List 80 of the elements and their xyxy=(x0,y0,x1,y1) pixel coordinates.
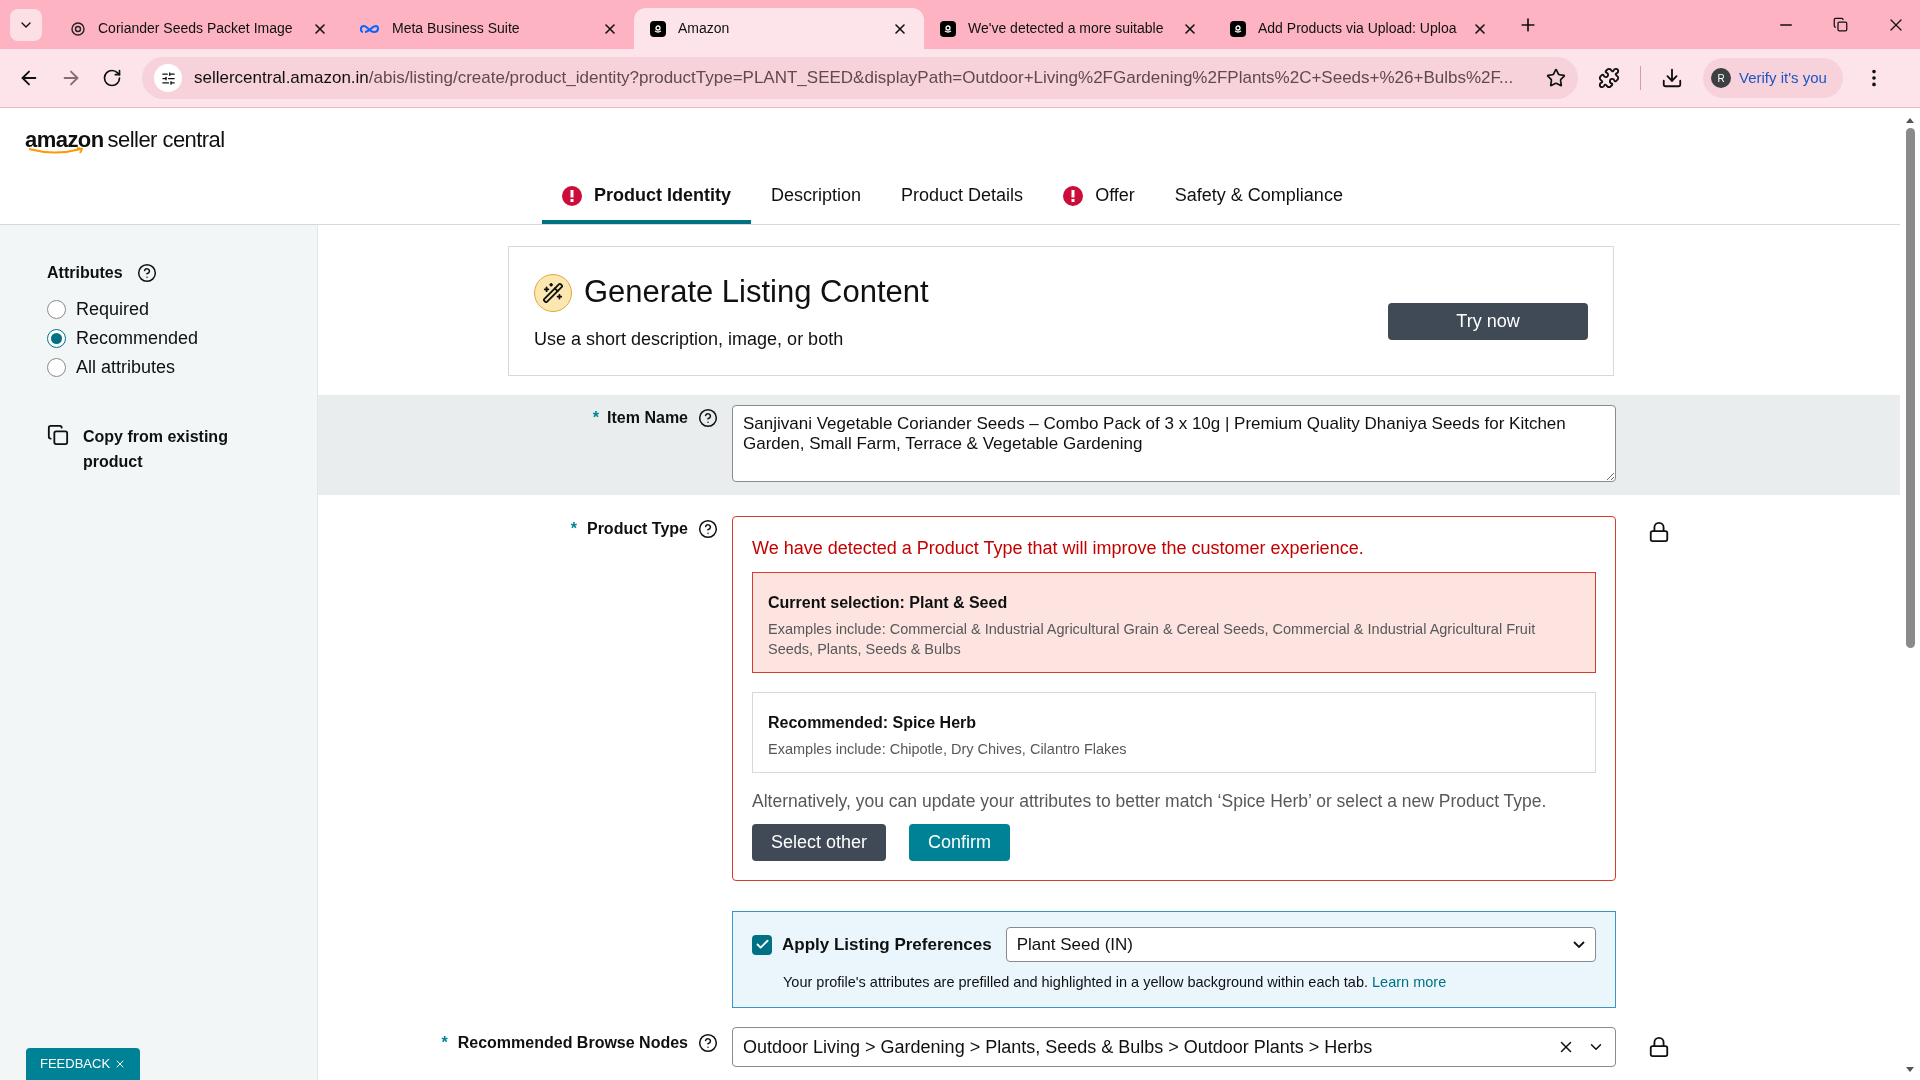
chevron-down-icon xyxy=(1573,941,1585,949)
preference-dropdown[interactable]: Plant Seed (IN) xyxy=(1005,927,1596,963)
tab-search-button[interactable] xyxy=(10,8,42,41)
field-label: Recommended Browse Nodes xyxy=(457,1033,688,1053)
profile-button[interactable]: R Verify it's you xyxy=(1703,58,1843,98)
field-label: Item Name xyxy=(607,408,688,428)
try-now-button[interactable]: Try now xyxy=(1388,302,1588,340)
amazon-seller-central-logo[interactable]: amazon seller central xyxy=(25,123,225,156)
browser-tab[interactable]: Coriander Seeds Packet Image xyxy=(54,8,344,49)
scroll-down-icon[interactable] xyxy=(1905,1066,1915,1074)
help-icon[interactable] xyxy=(698,408,718,428)
scrollbar-thumb[interactable] xyxy=(1905,128,1915,648)
attribute-radio-option[interactable]: Required xyxy=(47,295,317,324)
copy-from-existing-link[interactable]: Copy from existing product xyxy=(83,424,277,474)
browser-tab[interactable]: Meta Business Suite xyxy=(344,8,634,49)
error-icon xyxy=(1063,185,1084,206)
knot-logo-icon xyxy=(70,20,86,37)
magic-wand-icon xyxy=(534,273,572,312)
settings-icon xyxy=(160,70,176,86)
restore-icon[interactable] xyxy=(1833,17,1848,32)
section-tab[interactable]: Safety & Compliance xyxy=(1154,171,1363,224)
infinity-logo-icon xyxy=(360,22,380,35)
browser-tab[interactable]: Add Products via Upload: Uploa xyxy=(1214,8,1504,49)
extensions-icon[interactable] xyxy=(1598,67,1620,89)
preferences-note: Your profile's attributes are prefilled and highlighted in a yellow background within each tab. Learn more xyxy=(783,973,1448,993)
tab-title: Meta Business Suite xyxy=(392,19,521,38)
sidebar-title: Attributes xyxy=(47,263,123,283)
alternative-note: Alternatively, you can update your attributes to better match ‘Spice Herb’ or select a new Product Type. xyxy=(752,790,1548,813)
required-mark: * xyxy=(592,408,600,428)
checkbox[interactable] xyxy=(752,934,772,955)
checkbox-label: Apply Listing Preferences xyxy=(782,934,992,956)
bookmark-star-icon[interactable] xyxy=(1546,68,1566,88)
scroll-up-icon[interactable] xyxy=(1905,116,1915,124)
type-examples: Examples include: Commercial & Industrial Agricultural Grain & Cereal Seeds, Commercial & Industrial Agricultural Fruit Seeds, Plants, Seeds & Bulbs xyxy=(768,620,1537,659)
help-icon[interactable] xyxy=(136,263,157,283)
error-icon xyxy=(562,185,582,206)
browse-nodes-field[interactable]: Outdoor Living > Gardening > Plants, Seeds & Bulbs > Outdoor Plants > Herbs xyxy=(732,1027,1616,1067)
amazon-favicon-icon xyxy=(1230,20,1246,37)
address-field[interactable]: sellercentral.amazon.in/abis/listing/create/product_identity?productType=PLANT_SEED&displayPath=Outdoor+Living%2FGardening%2FPlants%2C+Seeds+%26+Bulbs%2F... xyxy=(142,57,1578,99)
tab-title: Coriander Seeds Packet Image xyxy=(98,19,294,38)
attribute-radio-option[interactable]: All attributes xyxy=(47,353,317,382)
avatar-icon: R xyxy=(1711,68,1731,88)
confirm-button[interactable]: Confirm xyxy=(909,824,1011,862)
help-icon[interactable] xyxy=(698,519,718,539)
card-title: Generate Listing Content xyxy=(584,273,929,312)
field-label: Product Type xyxy=(586,519,688,539)
card-subtitle: Use a short description, image, or both xyxy=(534,327,845,351)
site-settings-button[interactable] xyxy=(154,64,182,92)
amazon-favicon-icon xyxy=(650,20,666,37)
radio-button[interactable] xyxy=(47,358,66,377)
browser-tab[interactable]: Amazon xyxy=(634,8,924,49)
section-tab[interactable]: Product Identity xyxy=(542,171,751,224)
section-tab[interactable]: Product Details xyxy=(881,171,1044,224)
tab-title: We've detected a more suitable xyxy=(968,19,1165,38)
section-tab[interactable]: Offer xyxy=(1043,171,1155,224)
download-icon[interactable] xyxy=(1661,67,1683,89)
radio-button[interactable] xyxy=(47,300,66,319)
lock-icon[interactable] xyxy=(1648,1036,1670,1058)
attribute-radio-option[interactable]: Recommended xyxy=(47,324,317,353)
help-icon[interactable] xyxy=(698,1033,718,1053)
section-tab[interactable]: Description xyxy=(751,171,882,224)
required-mark: * xyxy=(441,1033,448,1053)
feedback-button[interactable]: FEEDBACK xyxy=(26,1048,141,1080)
amazon-favicon-icon xyxy=(940,20,956,37)
reload-icon[interactable] xyxy=(102,68,122,88)
item-name-field[interactable]: Sanjivani Vegetable Coriander Seeds – Combo Pack of 3 x 10g | Premium Quality Dhaniya Seeds for Kitchen Garden, Small Farm, Terrace & Vegetable Gardening xyxy=(732,405,1616,482)
url-text: sellercentral.amazon.in/abis/listing/create/product_identity?productType=PLANT_SEED&displayPath=Outdoor+Living%2FGardening%2FPlants%2C+Seeds+%26+Bulbs%2F... xyxy=(194,67,1515,90)
browser-tab[interactable]: We've detected a more suitable xyxy=(924,8,1214,49)
tab-title: Amazon xyxy=(678,19,731,38)
select-other-button[interactable]: Select other xyxy=(752,824,887,862)
type-title: Recommended: Spice Herb xyxy=(768,713,978,733)
type-examples: Examples include: Chipotle, Dry Chives, Cilantro Flakes xyxy=(768,740,1128,759)
type-title: Current selection: Plant & Seed xyxy=(768,593,1009,613)
radio-button[interactable] xyxy=(47,329,66,348)
copy-icon xyxy=(47,424,69,446)
required-mark: * xyxy=(570,519,577,539)
learn-more-link[interactable]: Learn more xyxy=(1372,974,1447,991)
warning-text: We have detected a Product Type that will improve the customer experience. xyxy=(752,537,1365,560)
lock-icon[interactable] xyxy=(1648,521,1670,543)
tab-title: Add Products via Upload: Uploa xyxy=(1258,19,1458,38)
